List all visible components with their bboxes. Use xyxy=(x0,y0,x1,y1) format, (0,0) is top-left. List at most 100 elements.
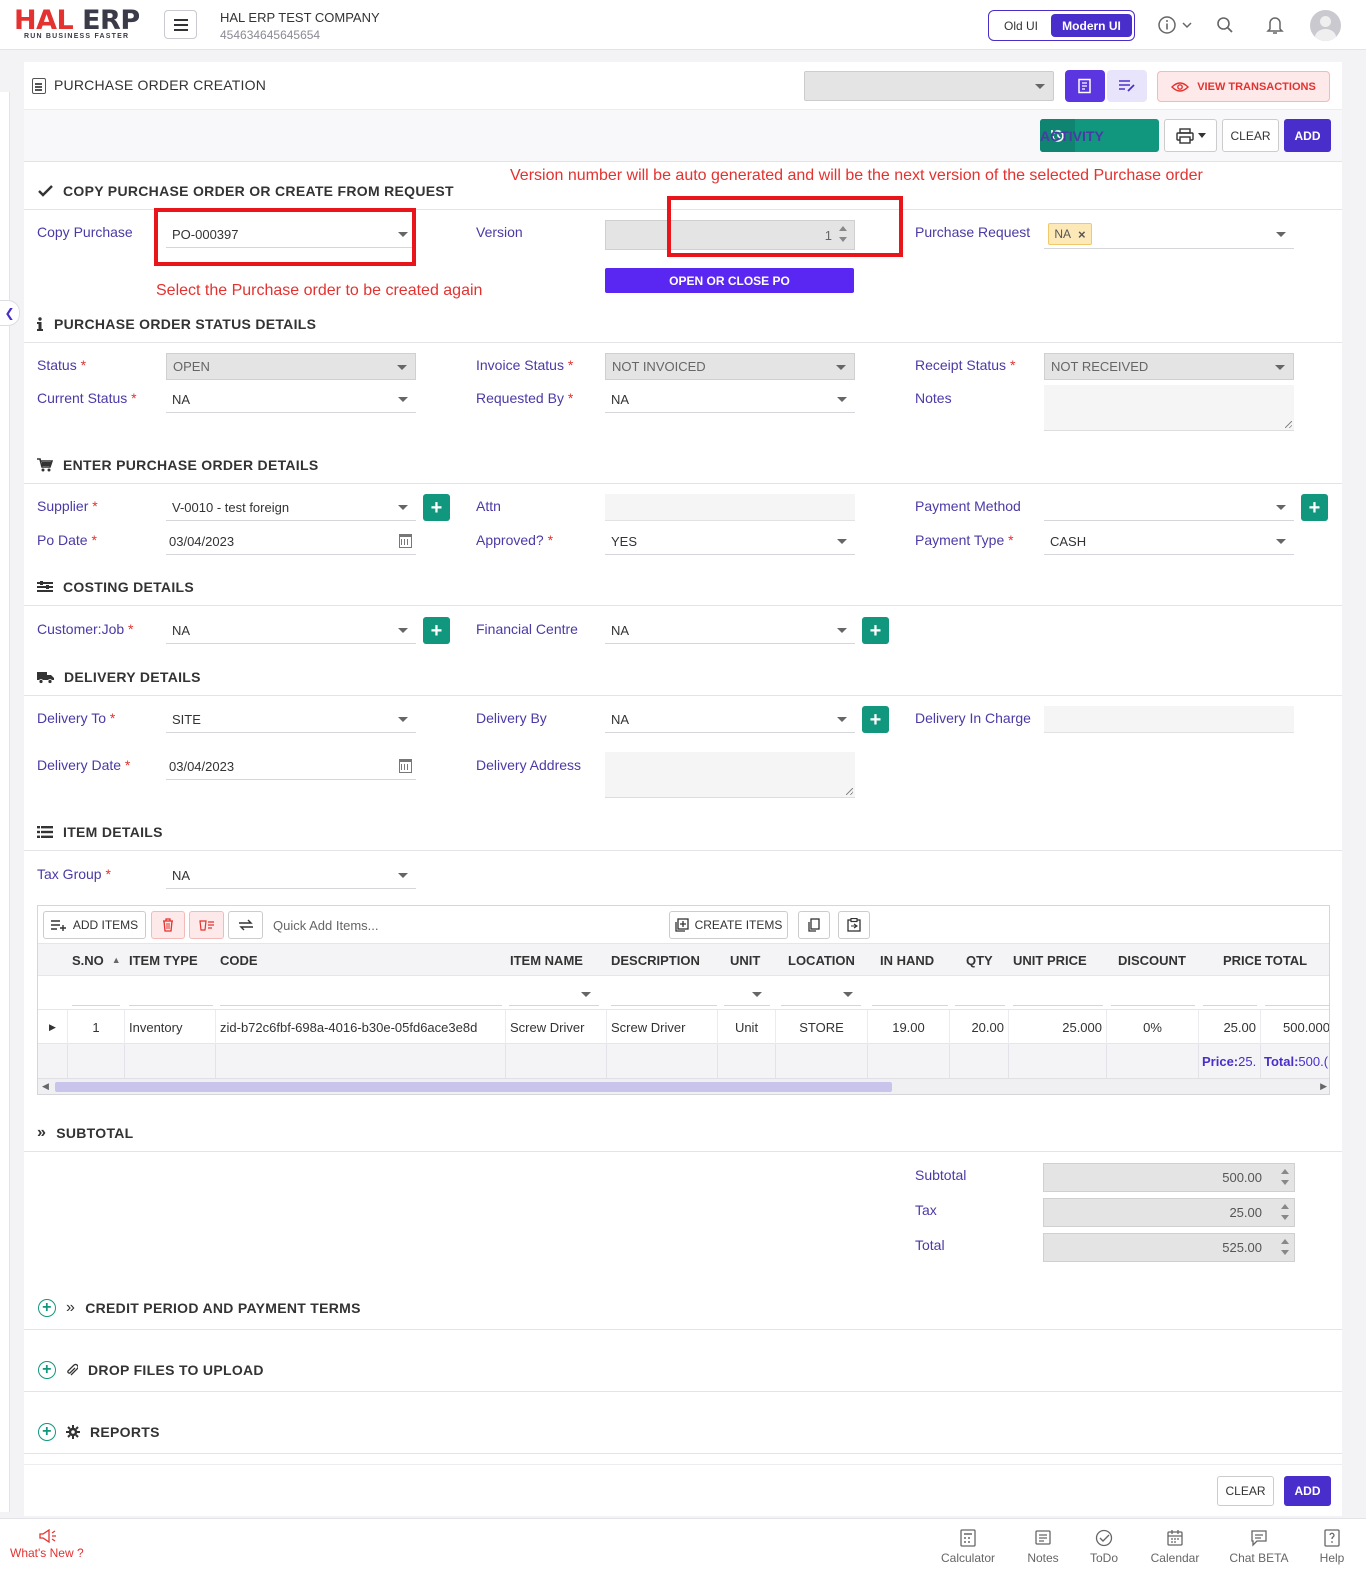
drop-files-section-toggle[interactable]: + DROP FILES TO UPLOAD xyxy=(38,1361,264,1379)
calendar-icon[interactable] xyxy=(399,534,412,548)
cell-unit-price[interactable]: 25.000 xyxy=(1009,1010,1107,1044)
add-button-bottom[interactable]: ADD xyxy=(1284,1476,1331,1506)
expand-plus-icon[interactable]: + xyxy=(38,1361,56,1379)
help-shortcut[interactable]: Help xyxy=(1297,1529,1366,1565)
add-items-button[interactable]: ADD ITEMS xyxy=(43,911,146,939)
column-header-location[interactable]: LOCATION xyxy=(784,944,876,976)
notes-textarea[interactable] xyxy=(1044,385,1294,431)
list-view-button[interactable] xyxy=(1107,70,1147,102)
add-button-top[interactable]: ADD xyxy=(1284,119,1331,152)
filter-total[interactable] xyxy=(1265,982,1329,1006)
filter-unit[interactable] xyxy=(724,982,770,1006)
horizontal-scrollbar[interactable]: ◀ ▶ xyxy=(38,1078,1329,1094)
column-header-sno[interactable]: S.NO ▲ xyxy=(68,944,124,976)
delivery-in-charge-input[interactable] xyxy=(1044,706,1294,733)
paste-button[interactable] xyxy=(838,911,870,939)
reports-section-toggle[interactable]: + REPORTS xyxy=(38,1423,160,1441)
column-header-total[interactable]: TOTAL xyxy=(1261,944,1329,976)
cell-unit[interactable]: Unit xyxy=(718,1010,776,1044)
filter-location[interactable] xyxy=(781,982,861,1006)
column-header-item-name[interactable]: ITEM NAME xyxy=(506,944,606,976)
record-select[interactable] xyxy=(804,71,1054,101)
whats-new-link[interactable]: What's New ? xyxy=(10,1529,84,1560)
delete-all-button[interactable] xyxy=(189,911,224,939)
view-transactions-button[interactable]: VIEW TRANSACTIONS xyxy=(1157,71,1330,102)
hal-erp-logo[interactable]: HAL ERP RUN BUSINESS FASTER xyxy=(14,6,146,44)
payment-type-select[interactable]: CASH xyxy=(1044,528,1294,555)
column-header-item-type[interactable]: ITEM TYPE xyxy=(125,944,215,976)
approved-select[interactable]: YES xyxy=(605,528,855,555)
expand-plus-icon[interactable]: + xyxy=(38,1299,56,1317)
add-financial-centre-button[interactable]: + xyxy=(862,617,889,644)
column-header-in-hand[interactable]: IN HAND xyxy=(876,944,956,976)
current-status-select[interactable]: NA xyxy=(166,386,416,413)
cell-item-type[interactable]: Inventory xyxy=(125,1010,216,1044)
filter-item-type[interactable] xyxy=(129,982,213,1006)
cell-discount[interactable]: 0% xyxy=(1107,1010,1199,1044)
search-icon[interactable] xyxy=(1212,12,1238,38)
cell-price[interactable]: 25.00 xyxy=(1199,1010,1261,1044)
column-header-qty[interactable]: QTY xyxy=(962,944,1012,976)
notes-shortcut[interactable]: Notes xyxy=(1008,1529,1078,1565)
column-header-unit-price[interactable]: UNIT PRICE xyxy=(1009,944,1107,976)
cell-item-name[interactable]: Screw Driver xyxy=(506,1010,607,1044)
delivery-by-select[interactable]: NA xyxy=(605,706,855,733)
payment-method-select[interactable] xyxy=(1044,494,1294,521)
print-dropdown-button[interactable] xyxy=(1164,119,1217,152)
filter-discount[interactable] xyxy=(1111,982,1195,1006)
ui-mode-toggle[interactable]: Old UI Modern UI xyxy=(988,10,1135,41)
column-header-price[interactable]: PRICE xyxy=(1219,944,1261,976)
financial-centre-select[interactable]: NA xyxy=(605,617,855,644)
credit-period-section-toggle[interactable]: + » CREDIT PERIOD AND PAYMENT TERMS xyxy=(38,1299,361,1317)
row-expand-icon[interactable]: ▶ xyxy=(38,1010,68,1044)
purchase-request-tag[interactable]: NA × xyxy=(1048,223,1092,245)
filter-in-hand[interactable] xyxy=(872,982,948,1006)
table-row[interactable]: ▶ 1 Inventory zid-b72c6fbf-698a-4016-b30… xyxy=(38,1010,1329,1044)
filter-qty[interactable] xyxy=(955,982,1005,1006)
calendar-icon[interactable] xyxy=(399,759,412,773)
filter-price[interactable] xyxy=(1203,982,1257,1006)
supplier-select[interactable]: V-0010 - test foreign xyxy=(166,494,416,521)
filter-code[interactable] xyxy=(220,982,502,1006)
sidebar-expand-icon[interactable]: ❮ xyxy=(0,300,20,326)
cell-description[interactable]: Screw Driver xyxy=(607,1010,718,1044)
cell-code[interactable]: zid-b72c6fbf-698a-4016-b30e-05fd6ace3e8d xyxy=(216,1010,506,1044)
cell-total[interactable]: 500.000 xyxy=(1261,1010,1329,1044)
todo-shortcut[interactable]: ToDo xyxy=(1069,1529,1139,1565)
menu-toggle-button[interactable] xyxy=(164,10,197,39)
filter-description[interactable] xyxy=(611,982,717,1006)
cell-location[interactable]: STORE xyxy=(776,1010,868,1044)
add-payment-method-button[interactable]: + xyxy=(1301,494,1328,521)
delivery-to-select[interactable]: SITE xyxy=(166,706,416,733)
column-header-description[interactable]: DESCRIPTION xyxy=(607,944,717,976)
delete-row-button[interactable] xyxy=(151,911,185,939)
info-dropdown-icon[interactable] xyxy=(1155,12,1195,38)
clear-button-bottom[interactable]: CLEAR xyxy=(1217,1476,1274,1506)
scroll-left-icon[interactable]: ◀ xyxy=(42,1081,49,1092)
bell-icon[interactable] xyxy=(1262,12,1288,38)
create-items-button[interactable]: CREATE ITEMS xyxy=(669,911,788,939)
activity-button[interactable]: ACTIVITY xyxy=(1040,119,1159,152)
attn-input[interactable] xyxy=(605,494,855,521)
customer-job-select[interactable]: NA xyxy=(166,617,416,644)
open-close-po-button[interactable]: OPEN OR CLOSE PO xyxy=(605,268,854,293)
cell-qty[interactable]: 20.00 xyxy=(950,1010,1009,1044)
filter-item-name[interactable] xyxy=(509,982,599,1006)
scrollbar-thumb[interactable] xyxy=(55,1082,892,1092)
modern-ui-option[interactable]: Modern UI xyxy=(1051,14,1132,37)
delivery-address-textarea[interactable] xyxy=(605,752,855,798)
tag-remove-icon[interactable]: × xyxy=(1078,227,1086,242)
filter-unit-price[interactable] xyxy=(1013,982,1103,1006)
filter-sno[interactable] xyxy=(72,982,120,1006)
expand-plus-icon[interactable]: + xyxy=(38,1423,56,1441)
swap-button[interactable] xyxy=(228,911,263,939)
old-ui-option[interactable]: Old UI xyxy=(991,19,1051,33)
add-delivery-by-button[interactable]: + xyxy=(862,706,889,733)
column-header-unit[interactable]: UNIT xyxy=(726,944,776,976)
calendar-shortcut[interactable]: Calendar xyxy=(1140,1529,1210,1565)
delivery-date-input[interactable]: 03/04/2023 xyxy=(166,753,416,780)
clear-button-top[interactable]: CLEAR xyxy=(1222,119,1279,152)
add-supplier-button[interactable]: + xyxy=(423,494,450,521)
chat-shortcut[interactable]: Chat BETA xyxy=(1224,1529,1294,1565)
requested-by-select[interactable]: NA xyxy=(605,386,855,413)
